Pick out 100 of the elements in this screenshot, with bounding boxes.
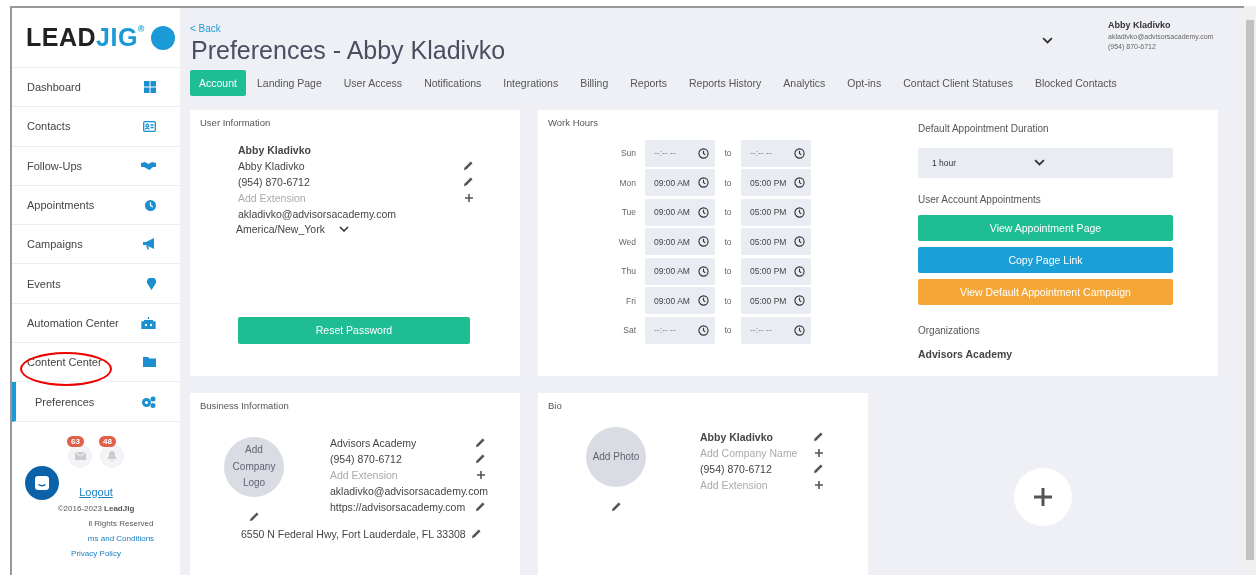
megaphone-icon	[143, 238, 156, 251]
photo-placeholder[interactable]: Add Photo	[586, 426, 646, 487]
logo-dot	[151, 25, 175, 50]
chat-bubble-icon[interactable]	[25, 466, 59, 500]
clock-icon[interactable]	[698, 206, 709, 218]
tab[interactable]: Analytics	[772, 69, 837, 96]
clock-icon[interactable]	[794, 324, 805, 336]
tab[interactable]: Reports	[619, 69, 678, 96]
duration-select[interactable]: 1 hour	[918, 147, 1173, 178]
pencil-icon[interactable]	[475, 437, 486, 449]
chevron-down-icon	[1034, 159, 1045, 167]
plus-icon[interactable]	[814, 479, 824, 490]
tab[interactable]: Opt-ins	[836, 69, 893, 96]
time-field[interactable]: 09:00 AM	[645, 198, 715, 226]
tab[interactable]: Contact Client Statuses	[892, 69, 1024, 96]
time-field[interactable]: 05:00 PM	[741, 169, 811, 197]
tab[interactable]: User Access	[332, 69, 414, 96]
plus-icon[interactable]	[464, 192, 474, 203]
copyright-text: ©2016-2023 LeadJig	[57, 503, 135, 513]
envelope-icon[interactable]	[68, 443, 92, 468]
clock-icon[interactable]	[698, 147, 709, 159]
pencil-icon[interactable]	[813, 431, 824, 443]
clock-icon[interactable]	[794, 295, 805, 307]
card-title: Bio	[548, 399, 563, 411]
address-text: 6550 N Federal Hwy, Fort Lauderdale, FL 33308	[241, 527, 466, 540]
time-field[interactable]: 05:00 PM	[741, 287, 811, 315]
plus-icon[interactable]	[814, 447, 824, 458]
plus-icon	[1033, 486, 1053, 507]
pencil-icon[interactable]	[475, 501, 486, 513]
pencil-icon[interactable]	[463, 176, 474, 188]
to-label: to	[723, 295, 733, 306]
folder-icon	[143, 357, 156, 368]
field-text: https://advisorsacademy.com	[330, 500, 466, 513]
field-text: Add Company Name	[700, 446, 798, 459]
rights-text: ll Rights Reserved	[87, 518, 154, 528]
gears-icon	[141, 395, 156, 408]
handshake-icon	[141, 160, 156, 171]
bell-icon[interactable]	[100, 443, 124, 468]
field-text: (954) 870-6712	[700, 462, 772, 475]
terms-link[interactable]: ms and Conditions	[37, 533, 155, 543]
clock-icon[interactable]	[698, 265, 709, 277]
clock-icon[interactable]	[698, 324, 709, 336]
clock-icon	[145, 199, 156, 211]
organization-name: Advisors Academy	[918, 347, 1014, 360]
time-field[interactable]: 05:00 PM	[741, 228, 811, 256]
pencil-icon[interactable]	[248, 510, 260, 522]
time-field[interactable]: 09:00 AM	[645, 257, 715, 285]
robot-icon	[141, 316, 156, 329]
day-label: Sun	[619, 148, 636, 159]
tab[interactable]: Integrations	[492, 69, 570, 96]
message-count: 63	[67, 435, 84, 447]
contact-card-icon	[143, 120, 156, 132]
card-title: Work Hours	[548, 116, 599, 128]
privacy-link[interactable]: Privacy Policy	[71, 548, 121, 558]
plus-icon[interactable]	[476, 469, 486, 480]
clock-icon[interactable]	[698, 177, 709, 189]
field-text: Add Extension	[700, 478, 768, 491]
page-title: Preferences - Abby Kladivko	[191, 36, 507, 65]
clock-icon[interactable]	[794, 236, 805, 248]
clock-icon[interactable]	[794, 206, 805, 218]
time-field[interactable]: 09:00 AM	[645, 228, 715, 256]
field-text: Add Extension	[330, 468, 398, 481]
field-label: Organizations	[918, 324, 981, 336]
time-field[interactable]: 09:00 AM	[645, 169, 715, 197]
pencil-icon[interactable]	[470, 528, 482, 540]
field-text: akladivko@advisorsacademy.com	[330, 484, 489, 497]
field-text: Abby Kladivko	[238, 159, 305, 172]
tab[interactable]: Billing	[569, 69, 620, 96]
tab[interactable]: Blocked Contacts	[1023, 69, 1128, 96]
clock-icon[interactable]	[698, 236, 709, 248]
card-title: Business Information	[200, 399, 290, 411]
day-label: Fri	[625, 295, 636, 306]
timezone-select[interactable]: America/New_York	[236, 222, 474, 235]
pencil-icon[interactable]	[813, 463, 824, 475]
tab[interactable]: Landing Page	[245, 69, 333, 96]
pencil-icon[interactable]	[463, 160, 474, 172]
clock-icon[interactable]	[794, 147, 805, 159]
chevron-down-icon	[338, 225, 349, 232]
time-field[interactable]: 09:00 AM	[645, 287, 715, 315]
to-label: to	[723, 148, 733, 159]
pencil-icon[interactable]	[610, 500, 622, 512]
logout-link[interactable]: Logout	[12, 485, 180, 498]
tab[interactable]: Notifications	[413, 69, 493, 96]
clock-icon[interactable]	[794, 265, 805, 277]
day-label: Sat	[622, 325, 636, 336]
clock-icon[interactable]	[794, 177, 805, 189]
to-label: to	[723, 207, 733, 218]
leadjig-logo[interactable]: LEADJIG$^{®}$	[26, 25, 145, 50]
to-label: to	[723, 236, 733, 247]
time-field[interactable]: 05:00 PM	[741, 198, 811, 226]
clock-icon[interactable]	[698, 295, 709, 307]
user-name: Abby Kladivko	[238, 143, 312, 156]
card-title: User Information	[200, 116, 272, 128]
tab[interactable]: Reports History	[678, 69, 773, 96]
pencil-icon[interactable]	[475, 453, 486, 465]
field-text: Advisors Academy	[330, 436, 417, 449]
logo-placeholder[interactable]: Add Company Logo	[224, 436, 284, 497]
time-field[interactable]: 05:00 PM	[741, 257, 811, 285]
scrollbar[interactable]	[1244, 6, 1256, 575]
user-name: Abby Kladivko	[1108, 20, 1172, 30]
